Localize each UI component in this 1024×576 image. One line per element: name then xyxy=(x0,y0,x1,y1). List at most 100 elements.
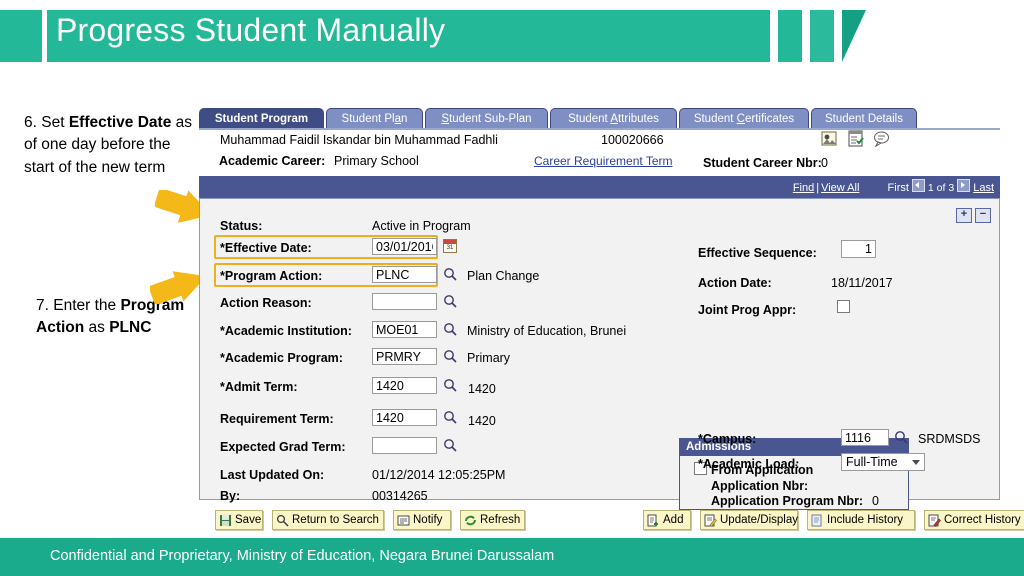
refresh-arrows-icon xyxy=(464,514,477,527)
action-date-value: 18/11/2017 xyxy=(831,276,893,290)
instruction-step-6: 6. Set Effective Date as of one day befo… xyxy=(24,114,193,176)
campus-label: *Campus: xyxy=(698,432,757,446)
action-reason-input[interactable] xyxy=(372,293,437,310)
academic-program-label: *Academic Program: xyxy=(220,351,343,365)
previous-row-button[interactable] xyxy=(911,179,925,192)
expected-grad-term-lookup-icon[interactable] xyxy=(443,438,457,452)
save-button[interactable]: Save xyxy=(215,510,263,530)
effective-date-input[interactable] xyxy=(372,238,437,255)
button-label: Save xyxy=(235,514,262,526)
admit-term-description: 1420 xyxy=(468,382,496,396)
academic-program-input[interactable] xyxy=(372,348,437,365)
requirement-term-label: Requirement Term: xyxy=(220,412,334,426)
student-name: Muhammad Faidil Iskandar bin Muhammad Fa… xyxy=(220,133,498,147)
action-reason-lookup-icon[interactable] xyxy=(443,294,457,308)
academic-load-value: Full-Time xyxy=(846,455,898,469)
first-label: First xyxy=(887,182,909,194)
header-accent-bar-1 xyxy=(778,10,802,62)
effective-sequence-label: Effective Sequence: xyxy=(698,246,817,260)
student-career-nbr-label: Student Career Nbr: xyxy=(703,156,822,170)
action-reason-label: Action Reason: xyxy=(220,296,312,310)
header-notch xyxy=(42,10,47,62)
campus-lookup-icon[interactable] xyxy=(894,430,908,444)
academic-load-label: *Academic Load: xyxy=(698,457,800,471)
checklist-icon[interactable] xyxy=(847,130,864,147)
notify-button[interactable]: Notify xyxy=(393,510,451,530)
row-add-delete-controls: + − xyxy=(953,204,991,223)
row-count: 1 of 3 xyxy=(927,182,955,194)
include-history-icon xyxy=(811,514,824,527)
tab-student-plan[interactable]: Student Plan xyxy=(326,108,423,129)
student-id: 100020666 xyxy=(601,133,664,147)
tab-student-details[interactable]: Student Details xyxy=(811,108,917,129)
action-date-label: Action Date: xyxy=(698,276,772,290)
header-angled-shape xyxy=(842,10,866,62)
button-label: Return to Search xyxy=(292,514,379,526)
footer-text: Confidential and Proprietary, Ministry o… xyxy=(50,548,555,564)
last-link[interactable]: Last xyxy=(973,182,994,194)
program-form-body: + − Status: Active in Program *Effective … xyxy=(199,198,1000,510)
effective-sequence-input[interactable] xyxy=(841,240,876,258)
admissions-group: Admissions From Application Application … xyxy=(679,438,909,510)
row-navigation-bar: Find | View All First 1 of 3 Last xyxy=(199,176,1000,198)
correct-history-icon xyxy=(928,514,941,527)
application-program-nbr-label: Application Program Nbr: xyxy=(711,494,864,508)
comment-bubble-icon[interactable] xyxy=(873,130,890,148)
page-title: Progress Student Manually xyxy=(56,12,446,48)
requirement-term-description: 1420 xyxy=(468,414,496,428)
delete-row-button[interactable]: − xyxy=(975,208,991,223)
expected-grad-term-input[interactable] xyxy=(372,437,437,454)
add-button[interactable]: Add xyxy=(643,510,691,530)
refresh-button[interactable]: Refresh xyxy=(460,510,525,530)
joint-prog-appr-checkbox[interactable] xyxy=(837,300,850,313)
record-icons xyxy=(821,130,891,150)
chevron-down-icon xyxy=(912,460,920,465)
career-requirement-term-link[interactable]: Career Requirement Term xyxy=(534,154,673,168)
student-career-nbr-value: 0 xyxy=(821,156,828,170)
student-photo-icon[interactable] xyxy=(821,130,838,147)
view-all-link[interactable]: View All xyxy=(821,182,859,194)
last-updated-value: 01/12/2014 12:05:25PM xyxy=(372,468,506,482)
program-action-description: Plan Change xyxy=(467,269,540,283)
requirement-term-input[interactable] xyxy=(372,409,437,426)
button-label: Add xyxy=(663,514,684,526)
program-action-lookup-icon[interactable] xyxy=(443,267,457,281)
admit-term-label: *Admit Term: xyxy=(220,380,298,394)
button-label: Update/Display xyxy=(720,514,798,526)
tab-student-certificates[interactable]: Student Certificates xyxy=(679,108,809,129)
return-to-search-button[interactable]: Return to Search xyxy=(272,510,384,530)
academic-career-label: Academic Career: xyxy=(219,154,326,168)
expected-grad-term-label: Expected Grad Term: xyxy=(220,440,346,454)
joint-prog-appr-label: Joint Prog Appr: xyxy=(698,303,797,317)
peoplesoft-page: Student Program Student Plan Student Sub-P… xyxy=(199,108,1000,510)
campus-description: SRDMSDS xyxy=(918,432,981,446)
academic-institution-input[interactable] xyxy=(372,321,437,338)
button-label: Correct History xyxy=(944,514,1021,526)
include-history-button[interactable]: Include History xyxy=(807,510,915,530)
header-accent-bar-2 xyxy=(810,10,834,62)
academic-program-lookup-icon[interactable] xyxy=(443,349,457,363)
academic-institution-label: *Academic Institution: xyxy=(220,324,352,338)
admit-term-lookup-icon[interactable] xyxy=(443,378,457,392)
tab-student-sub-plan[interactable]: Student Sub-Plan xyxy=(425,108,548,129)
academic-program-description: Primary xyxy=(467,351,511,365)
tab-student-attributes[interactable]: Student Attributes xyxy=(550,108,677,129)
campus-input[interactable] xyxy=(841,429,889,446)
admit-term-input[interactable] xyxy=(372,377,437,394)
academic-institution-lookup-icon[interactable] xyxy=(443,322,457,336)
find-link[interactable]: Find xyxy=(793,182,814,194)
updated-by-value: 00314265 xyxy=(372,489,428,503)
correct-history-button[interactable]: Correct History xyxy=(924,510,1024,530)
next-row-button[interactable] xyxy=(957,179,971,192)
program-action-input[interactable] xyxy=(372,266,437,283)
calendar-icon[interactable]: 31 xyxy=(443,239,457,253)
update-display-button[interactable]: Update/Display xyxy=(700,510,798,530)
academic-load-select[interactable]: Full-Time xyxy=(841,453,925,471)
requirement-term-lookup-icon[interactable] xyxy=(443,410,457,424)
academic-career-value: Primary School xyxy=(334,154,419,168)
tab-student-program[interactable]: Student Program xyxy=(199,108,324,129)
slide-footer: Confidential and Proprietary, Ministry o… xyxy=(0,538,1024,576)
button-label: Refresh xyxy=(480,514,521,526)
add-row-button[interactable]: + xyxy=(956,208,972,223)
update-display-icon xyxy=(704,514,717,527)
